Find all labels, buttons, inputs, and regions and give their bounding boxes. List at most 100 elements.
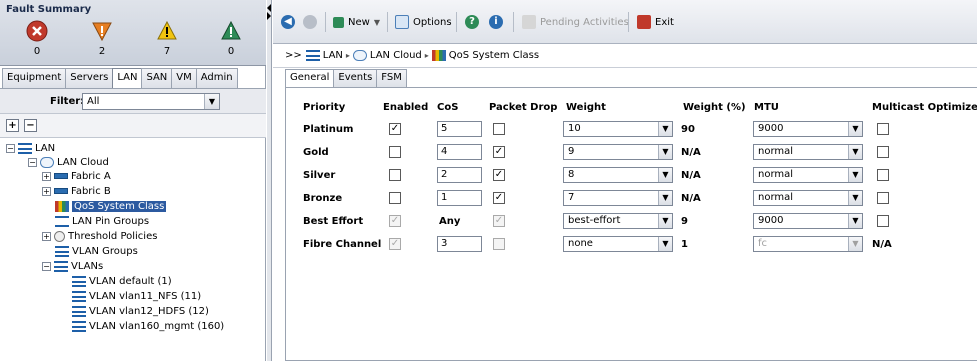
mtu-select[interactable]: normal ▼	[753, 167, 863, 183]
cos-input[interactable]: 3	[437, 236, 482, 252]
enabled-checkbox[interactable]	[389, 192, 401, 204]
filter-label: Filter:	[50, 96, 85, 107]
tab-vm[interactable]: VM	[171, 68, 197, 88]
priority-gold: Gold	[303, 147, 329, 158]
info-button[interactable]: i	[489, 12, 507, 32]
exit-button[interactable]: Exit	[637, 12, 674, 32]
tab-lan[interactable]: LAN	[112, 68, 143, 88]
expand-icon[interactable]: +	[42, 231, 51, 241]
mtu-select[interactable]: 9000 ▼	[753, 121, 863, 137]
tree-node-threshold-policies[interactable]: + Threshold Policies	[42, 229, 157, 243]
weight-select[interactable]: 7 ▼	[563, 190, 673, 206]
chevron-down-icon: ▼	[204, 94, 219, 109]
expand-icon[interactable]: +	[42, 186, 51, 196]
tree-node-fabric-a[interactable]: + Fabric A	[42, 169, 111, 183]
collapse-icon[interactable]: −	[42, 261, 51, 271]
multicast-checkbox[interactable]	[877, 123, 889, 135]
forward-button[interactable]	[303, 12, 321, 32]
qos-icon	[431, 50, 446, 61]
weight-select[interactable]: none ▼	[563, 236, 673, 252]
mtu-select[interactable]: normal ▼	[753, 144, 863, 160]
packet-drop-checkbox[interactable]	[493, 123, 505, 135]
tree-node-qos-system-class[interactable]: QoS System Class	[55, 199, 167, 213]
mtu-select[interactable]: 9000 ▼	[753, 213, 863, 229]
tab-fsm[interactable]: FSM	[376, 69, 407, 87]
collapse-all-button[interactable]: −	[24, 119, 37, 132]
packet-drop-checkbox[interactable]: ✓	[493, 169, 505, 181]
tab-san[interactable]: SAN	[141, 68, 173, 88]
collapse-right-icon[interactable]	[267, 12, 271, 20]
mtu-select: fc ▼	[753, 236, 863, 252]
weight-select[interactable]: best-effort ▼	[563, 213, 673, 229]
priority-silver: Silver	[303, 170, 336, 181]
multicast-checkbox[interactable]	[877, 192, 889, 204]
tree-node-fabric-b[interactable]: + Fabric B	[42, 184, 111, 198]
critical-fault-item[interactable]: 0	[17, 20, 57, 57]
multicast-checkbox[interactable]	[877, 146, 889, 158]
tree-node-vlan-mgmt[interactable]: VLAN vlan160_mgmt (160)	[72, 319, 224, 333]
warning-fault-icon	[221, 20, 241, 40]
new-icon	[333, 16, 344, 28]
enabled-checkbox[interactable]	[389, 146, 401, 158]
enabled-checkbox[interactable]	[389, 169, 401, 181]
tab-events[interactable]: Events	[333, 69, 378, 87]
collapse-icon[interactable]: −	[28, 157, 37, 167]
tree-node-label: Fabric B	[71, 185, 111, 197]
enabled-checkbox[interactable]: ✓	[389, 123, 401, 135]
cos-input[interactable]: 4	[437, 144, 482, 160]
cos-input[interactable]: 2	[437, 167, 482, 183]
tab-general[interactable]: General	[285, 69, 335, 87]
column-header-priority: Priority	[303, 102, 346, 113]
pin-group-icon	[55, 215, 69, 227]
breadcrumb-item-qos[interactable]: QoS System Class	[449, 50, 539, 61]
chevron-down-icon: ▼	[848, 168, 862, 182]
collapse-left-icon[interactable]	[267, 4, 271, 12]
pane-splitter[interactable]	[267, 0, 272, 361]
weight-value: 10	[568, 123, 581, 134]
cos-input[interactable]: 1	[437, 190, 482, 206]
options-button[interactable]: Options	[395, 12, 452, 32]
tree-node-lan[interactable]: − LAN	[6, 141, 55, 155]
tree-node-vlans[interactable]: − VLANs	[42, 259, 103, 273]
tab-equipment[interactable]: Equipment	[2, 68, 67, 88]
tab-admin[interactable]: Admin	[195, 68, 238, 88]
tree-node-vlan-default[interactable]: VLAN default (1)	[72, 274, 172, 288]
minor-fault-item[interactable]: 7	[147, 20, 187, 57]
warning-fault-item[interactable]: 0	[211, 20, 251, 57]
filter-select[interactable]: All ▼	[82, 93, 220, 110]
breadcrumb-prefix[interactable]: >>	[285, 50, 302, 61]
chevron-down-icon: ▼	[658, 237, 672, 251]
multicast-checkbox[interactable]	[877, 215, 889, 227]
cos-input[interactable]: 5	[437, 121, 482, 137]
tab-servers[interactable]: Servers	[65, 68, 114, 88]
tree-node-label: VLANs	[71, 260, 104, 272]
expand-all-button[interactable]: +	[6, 119, 19, 132]
packet-drop-checkbox[interactable]: ✓	[493, 192, 505, 204]
breadcrumb-item-lan-cloud[interactable]: LAN Cloud	[370, 50, 422, 61]
help-button[interactable]: ?	[465, 12, 483, 32]
collapse-icon[interactable]: −	[6, 143, 15, 153]
pending-activities-button[interactable]: Pending Activities	[522, 12, 629, 32]
weight-select[interactable]: 9 ▼	[563, 144, 673, 160]
weight-value: 7	[568, 192, 575, 203]
enabled-checkbox: ✓	[389, 215, 401, 227]
weight-select[interactable]: 8 ▼	[563, 167, 673, 183]
weight-select[interactable]: 10 ▼	[563, 121, 673, 137]
column-header-weight-pct: Weight (%)	[683, 102, 746, 113]
mtu-select[interactable]: normal ▼	[753, 190, 863, 206]
multicast-value: N/A	[872, 239, 892, 250]
tree-node-lan-cloud[interactable]: − LAN Cloud	[28, 155, 109, 169]
breadcrumb-item-lan[interactable]: LAN	[323, 50, 343, 61]
tree-node-vlan-nfs[interactable]: VLAN vlan11_NFS (11)	[72, 289, 201, 303]
tree-node-lan-pin-groups[interactable]: LAN Pin Groups	[55, 214, 149, 228]
new-button[interactable]: New ▼	[333, 12, 380, 32]
help-icon: ?	[465, 15, 479, 29]
tree-node-vlan-hdfs[interactable]: VLAN vlan12_HDFS (12)	[72, 304, 209, 318]
expand-icon[interactable]: +	[42, 171, 51, 181]
tree-node-vlan-groups[interactable]: VLAN Groups	[55, 244, 138, 258]
packet-drop-checkbox[interactable]: ✓	[493, 146, 505, 158]
major-fault-item[interactable]: 2	[82, 20, 122, 57]
multicast-checkbox[interactable]	[877, 169, 889, 181]
back-button[interactable]: ◀	[281, 12, 299, 32]
minor-fault-icon	[157, 20, 177, 40]
